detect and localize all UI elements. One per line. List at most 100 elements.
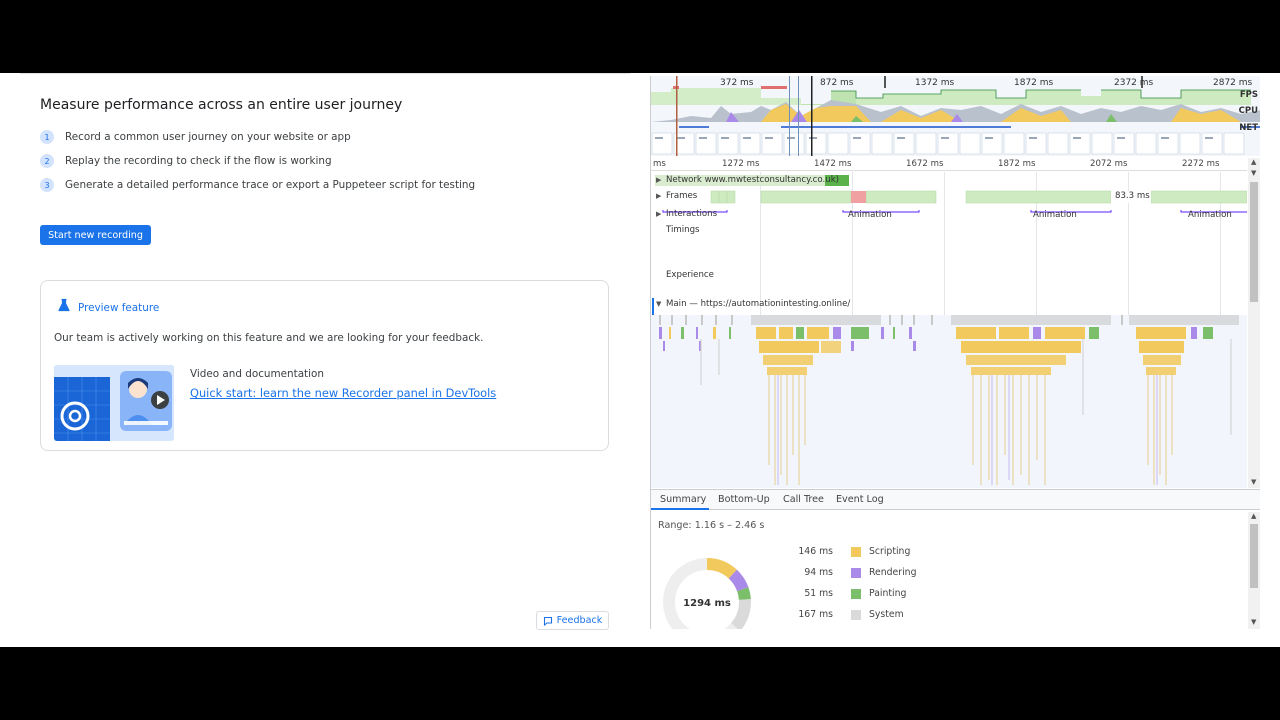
tab-bottom-up[interactable]: Bottom-Up [718,494,770,505]
step-text: Record a common user journey on your web… [65,131,351,143]
overview-tick: 372 ms [720,78,754,88]
screen-content: Measure performance across an entire use… [0,73,1280,647]
start-new-recording-button[interactable]: Start new recording [40,225,151,245]
tab-call-tree[interactable]: Call Tree [783,494,824,505]
animation-label: Animation [1188,210,1232,220]
details-tabs: Summary Bottom-Up Call Tree Event Log [651,489,1260,510]
expand-arrow-icon[interactable]: ▶ [656,192,666,200]
timings-track[interactable]: Timings [651,225,1247,239]
donut-slice-rendering [728,569,749,592]
cpu-label: CPU [1238,106,1258,116]
donut-slice-painting [737,587,751,601]
donut-total: 1294 ms [683,598,731,609]
preview-feature-card: Preview feature Our team is actively wor… [40,280,609,451]
legend-label: Scripting [869,546,911,557]
ruler-tick: 2072 ms [1090,159,1128,169]
main-flame-chart[interactable] [651,315,1247,488]
frames-bars [710,190,1247,204]
scroll-down-icon[interactable]: ▼ [1251,618,1256,626]
feedback-button[interactable]: Feedback [536,611,609,630]
legend-label: Painting [869,588,907,599]
legend-system: 167 ms System [793,609,993,621]
frames-track[interactable]: ▶ Frames 83.3 ms [651,190,1247,204]
timeline-tracks[interactable]: ▶ Network www.mwtestconsultancy.co.uk) ▶… [651,172,1247,488]
step-3: 3 Generate a detailed performance trace … [40,177,475,193]
feedback-label: Feedback [556,615,603,626]
step-number: 1 [40,130,54,144]
time-ruler: ms 1272 ms 1472 ms 1672 ms 1872 ms 2072 … [651,158,1247,171]
step-number: 2 [40,154,54,168]
network-track-label: Network www.mwtestconsultancy.co.uk) [666,175,840,185]
legend-value: 146 ms [798,546,833,557]
legend-swatch [851,547,861,557]
performance-panel: 372 ms 872 ms 1372 ms 1872 ms 2372 ms 28… [650,76,1260,629]
legend-scripting: 146 ms Scripting [793,546,993,558]
animation-label: Animation [848,210,892,220]
summary-scrollbar[interactable]: ▲ ▼ [1248,512,1260,629]
legend-swatch [851,589,861,599]
timeline-overview[interactable]: 372 ms 872 ms 1372 ms 1872 ms 2372 ms 28… [651,76,1260,156]
flask-icon [58,298,70,312]
frames-track-label: Frames [666,191,698,201]
overview-tick: 1372 ms [915,78,955,88]
overview-graphs [651,76,1260,156]
legend-value: 94 ms [804,567,833,578]
overview-tick: 1872 ms [1014,78,1054,88]
ruler-tick: 1872 ms [998,159,1036,169]
legend-value: 51 ms [804,588,833,599]
timeline-scrollbar[interactable]: ▲ ▼ ▼ [1248,158,1260,488]
active-tab-indicator [651,508,709,510]
main-track-header[interactable]: ▼ Main — https://automationintesting.onli… [651,299,1247,313]
scroll-down-icon[interactable]: ▼ [1251,478,1256,486]
timings-track-label: Timings [666,225,700,235]
overview-tick: 2872 ms [1213,78,1253,88]
overview-tick: 872 ms [820,78,854,88]
collapse-arrow-icon[interactable]: ▼ [656,300,666,308]
step-text: Generate a detailed performance trace or… [65,179,476,191]
overview-tick: 2372 ms [1114,78,1154,88]
ruler-tick: 2272 ms [1182,159,1220,169]
interactions-track[interactable]: ▶ Interactions Animation Animation Animat… [651,207,1247,221]
selection-range: Range: 1.16 s – 2.46 s [658,520,765,531]
legend-painting: 51 ms Painting [793,588,993,600]
video-thumbnail[interactable] [54,365,174,441]
legend-swatch [851,610,861,620]
tab-summary[interactable]: Summary [660,494,706,505]
legend-rendering: 94 ms Rendering [793,567,993,579]
scroll-up-icon[interactable]: ▲ [1251,512,1256,520]
ruler-tick: 1472 ms [814,159,852,169]
preview-description: Our team is actively working on this fea… [54,332,484,344]
scrollbar-thumb[interactable] [1250,182,1258,302]
video-documentation-label: Video and documentation [190,368,324,380]
recorder-panel: Measure performance across an entire use… [20,73,630,647]
net-label: NET [1239,123,1258,133]
legend-label: Rendering [869,567,917,578]
step-1: 1 Record a common user journey on your w… [40,129,351,145]
interactions-track-label: Interactions [666,209,718,219]
legend-label: System [869,609,904,620]
experience-track[interactable]: Experience [651,270,1247,284]
scroll-down-icon[interactable]: ▼ [1251,169,1256,177]
legend-value: 167 ms [798,609,833,620]
ruler-tick: 1272 ms [722,159,760,169]
step-text: Replay the recording to check if the flo… [65,155,332,167]
network-track[interactable]: ▶ Network www.mwtestconsultancy.co.uk) [651,174,1247,187]
flame-chart-bars [659,315,1239,485]
ruler-tick: ms [653,159,666,169]
fps-label: FPS [1239,90,1258,100]
step-number: 3 [40,178,54,192]
page-title: Measure performance across an entire use… [40,97,403,113]
experience-track-label: Experience [666,270,714,280]
expand-arrow-icon[interactable]: ▶ [656,176,666,184]
expand-arrow-icon[interactable]: ▶ [656,210,666,218]
ruler-tick: 1672 ms [906,159,944,169]
legend-swatch [851,568,861,578]
quick-start-link[interactable]: Quick start: learn the new Recorder pane… [190,386,496,400]
scroll-up-icon[interactable]: ▲ [1251,158,1256,166]
feedback-icon [543,616,552,626]
main-track-label: Main — https://automationintesting.onlin… [666,299,851,309]
interaction-marks [662,210,1247,213]
scrollbar-thumb[interactable] [1250,524,1258,588]
tab-event-log[interactable]: Event Log [836,494,884,505]
donut-slice-scripting [706,558,737,579]
